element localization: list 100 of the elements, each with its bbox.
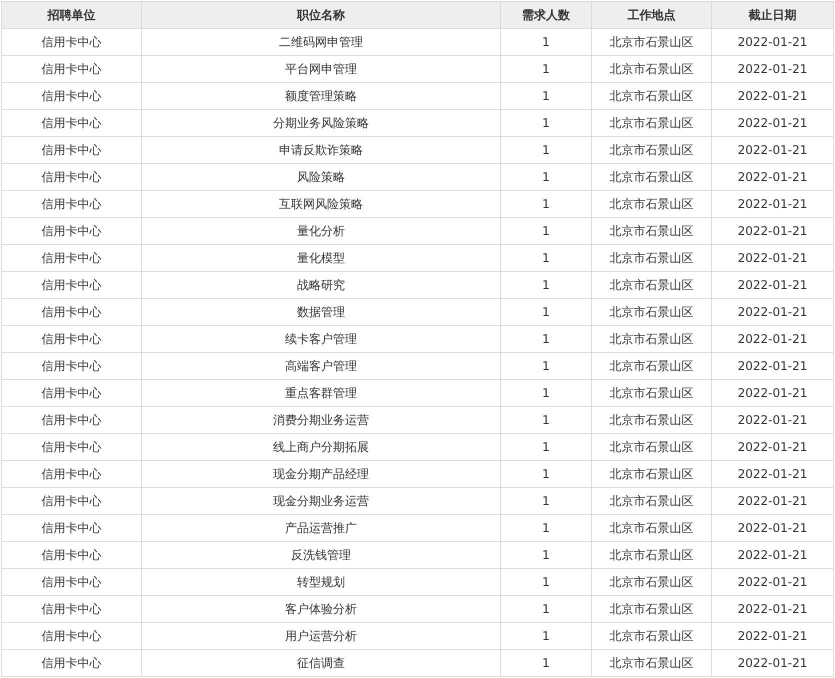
table-cell: 征信调查 [142, 650, 500, 676]
table-cell: 互联网风险策略 [142, 190, 500, 218]
table-cell: 重点客群管理 [142, 380, 500, 406]
table-cell: 北京市石景山区 [592, 56, 712, 82]
table-cell: 信用卡中心 [2, 244, 142, 272]
table-cell: 产品运营推广 [142, 514, 500, 542]
table-cell: 北京市石景山区 [592, 542, 712, 568]
table-cell: 1 [500, 218, 592, 244]
table-cell: 信用卡中心 [2, 56, 142, 82]
table-cell: 信用卡中心 [2, 460, 142, 488]
table-cell: 北京市石景山区 [592, 110, 712, 136]
column-header: 职位名称 [142, 2, 500, 28]
table-cell: 北京市石景山区 [592, 488, 712, 514]
table-cell: 用户运营分析 [142, 622, 500, 650]
table-cell: 2022-01-21 [712, 380, 834, 406]
table-cell: 北京市石景山区 [592, 272, 712, 298]
table-cell: 信用卡中心 [2, 298, 142, 326]
table-cell: 1 [500, 406, 592, 434]
column-header: 工作地点 [592, 2, 712, 28]
table-cell: 信用卡中心 [2, 488, 142, 514]
table-cell: 1 [500, 110, 592, 136]
table-cell: 信用卡中心 [2, 434, 142, 460]
table-cell: 1 [500, 568, 592, 596]
table-cell: 1 [500, 622, 592, 650]
table-cell: 2022-01-21 [712, 406, 834, 434]
table-cell: 申请反欺诈策略 [142, 136, 500, 164]
table-cell: 信用卡中心 [2, 596, 142, 622]
table-cell: 反洗钱管理 [142, 542, 500, 568]
table-cell: 1 [500, 244, 592, 272]
table-cell: 信用卡中心 [2, 82, 142, 110]
table-cell: 1 [500, 514, 592, 542]
table-cell: 2022-01-21 [712, 514, 834, 542]
table-cell: 信用卡中心 [2, 110, 142, 136]
table-cell: 北京市石景山区 [592, 82, 712, 110]
table-cell: 1 [500, 190, 592, 218]
table-cell: 北京市石景山区 [592, 218, 712, 244]
table-cell: 续卡客户管理 [142, 326, 500, 352]
table-cell: 信用卡中心 [2, 326, 142, 352]
table-cell: 2022-01-21 [712, 56, 834, 82]
table-cell: 信用卡中心 [2, 622, 142, 650]
table-cell: 信用卡中心 [2, 406, 142, 434]
table-cell: 1 [500, 298, 592, 326]
table-cell: 北京市石景山区 [592, 136, 712, 164]
table-cell: 2022-01-21 [712, 460, 834, 488]
table-cell: 北京市石景山区 [592, 28, 712, 56]
table-cell: 信用卡中心 [2, 514, 142, 542]
table-cell: 2022-01-21 [712, 352, 834, 380]
table-cell: 北京市石景山区 [592, 460, 712, 488]
table-cell: 信用卡中心 [2, 542, 142, 568]
table-cell: 2022-01-21 [712, 622, 834, 650]
table-cell: 1 [500, 460, 592, 488]
table-cell: 量化模型 [142, 244, 500, 272]
table-cell: 现金分期产品经理 [142, 460, 500, 488]
table-cell: 1 [500, 326, 592, 352]
table-cell: 1 [500, 164, 592, 190]
table-cell: 1 [500, 650, 592, 676]
table-cell: 分期业务风险策略 [142, 110, 500, 136]
table-cell: 信用卡中心 [2, 380, 142, 406]
table-cell: 信用卡中心 [2, 190, 142, 218]
table-cell: 北京市石景山区 [592, 326, 712, 352]
table-cell: 2022-01-21 [712, 434, 834, 460]
table-cell: 平台网申管理 [142, 56, 500, 82]
table-cell: 1 [500, 596, 592, 622]
table-cell: 北京市石景山区 [592, 380, 712, 406]
table-cell: 1 [500, 434, 592, 460]
table-cell: 信用卡中心 [2, 352, 142, 380]
table-cell: 信用卡中心 [2, 28, 142, 56]
table-cell: 2022-01-21 [712, 326, 834, 352]
table-cell: 北京市石景山区 [592, 190, 712, 218]
table-cell: 北京市石景山区 [592, 406, 712, 434]
table-cell: 2022-01-21 [712, 244, 834, 272]
table-cell: 转型规划 [142, 568, 500, 596]
table-cell: 2022-01-21 [712, 596, 834, 622]
table-cell: 风险策略 [142, 164, 500, 190]
table-cell: 客户体验分析 [142, 596, 500, 622]
table-cell: 量化分析 [142, 218, 500, 244]
table-cell: 现金分期业务运营 [142, 488, 500, 514]
table-cell: 信用卡中心 [2, 650, 142, 676]
column-header: 招聘单位 [2, 2, 142, 28]
table-cell: 额度管理策略 [142, 82, 500, 110]
table-cell: 二维码网申管理 [142, 28, 500, 56]
table-cell: 信用卡中心 [2, 218, 142, 244]
table-cell: 信用卡中心 [2, 272, 142, 298]
column-header: 需求人数 [500, 2, 592, 28]
table-cell: 2022-01-21 [712, 488, 834, 514]
table-cell: 2022-01-21 [712, 218, 834, 244]
table-cell: 2022-01-21 [712, 164, 834, 190]
table-cell: 1 [500, 28, 592, 56]
table-cell: 1 [500, 82, 592, 110]
table-cell: 2022-01-21 [712, 190, 834, 218]
table-cell: 2022-01-21 [712, 298, 834, 326]
table-cell: 战略研究 [142, 272, 500, 298]
table-cell: 2022-01-21 [712, 28, 834, 56]
table-cell: 北京市石景山区 [592, 164, 712, 190]
table-cell: 2022-01-21 [712, 272, 834, 298]
table-cell: 北京市石景山区 [592, 298, 712, 326]
table-cell: 2022-01-21 [712, 110, 834, 136]
table-cell: 消费分期业务运营 [142, 406, 500, 434]
table-cell: 线上商户分期拓展 [142, 434, 500, 460]
table-cell: 信用卡中心 [2, 136, 142, 164]
